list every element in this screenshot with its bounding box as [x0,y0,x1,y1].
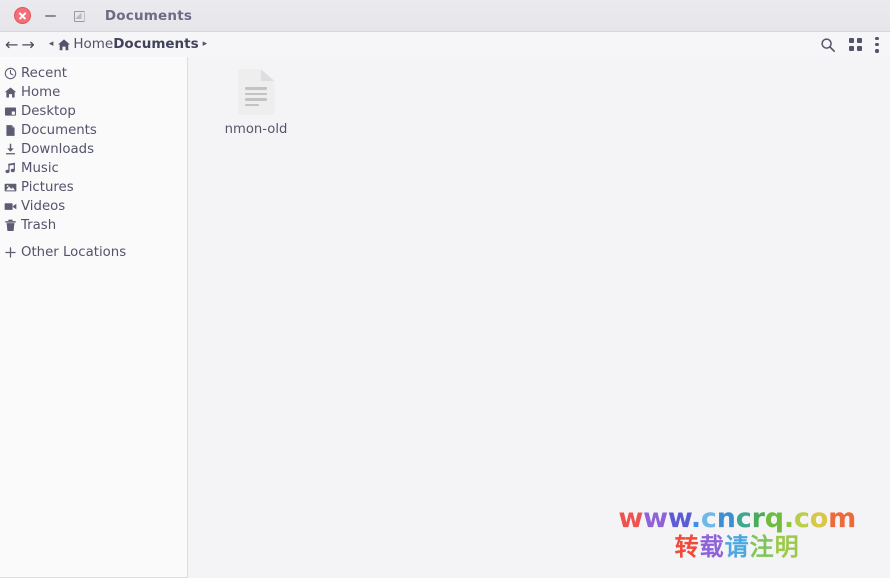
breadcrumb: ◂ Home Documents ▸ [45,37,212,52]
back-button[interactable]: ← [4,36,19,53]
minimize-icon [44,14,56,17]
watermark-glyph: c [793,503,810,535]
view-grid-icon[interactable] [849,38,862,51]
window-body: Recent Home Desktop Documents Downloads … [0,57,890,578]
trash-icon [3,218,18,233]
file-item-nmon-old[interactable]: nmon-old [210,67,302,137]
watermark-glyph: n [716,503,736,535]
watermark-glyph: c [735,503,752,535]
desktop-icon [3,104,18,119]
watermark-line-2: 转载请注明 [618,532,856,561]
window-title: Documents [0,8,890,24]
sidebar-item-downloads[interactable]: Downloads [0,140,187,159]
file-name-label: nmon-old [224,122,288,137]
search-icon[interactable] [820,37,836,53]
sidebar-item-desktop[interactable]: Desktop [0,102,187,121]
breadcrumb-scroll-left-icon[interactable]: ◂ [45,40,58,49]
watermark-glyph: o [809,503,829,535]
more-options-icon[interactable] [875,36,879,53]
sidebar-item-label: Documents [21,122,97,138]
close-icon [13,7,31,24]
sidebar-item-label: Pictures [21,179,74,195]
watermark-glyph: . [783,503,794,535]
sidebar-item-trash[interactable]: Trash [0,216,187,235]
sidebar-item-label: Videos [21,198,66,214]
watermark-glyph: 请 [724,532,750,561]
toolbar-actions [820,36,881,53]
watermark-glyph: 注 [749,532,775,561]
video-camera-icon [3,199,18,214]
sidebar-item-label: Downloads [21,141,95,157]
home-icon [57,38,71,52]
sidebar-item-documents[interactable]: Documents [0,121,187,140]
forward-button[interactable]: → [20,36,35,53]
breadcrumb-item-home[interactable]: Home [73,37,113,52]
sidebar-item-label: Recent [21,65,67,81]
sidebar-item-label: Desktop [21,103,76,119]
watermark-glyph: w [667,503,691,535]
clock-icon [3,66,18,81]
close-button[interactable] [8,2,36,30]
sidebar-item-pictures[interactable]: Pictures [0,178,187,197]
breadcrumb-scroll-right-icon[interactable]: ▸ [199,40,212,49]
sidebar: Recent Home Desktop Documents Downloads … [0,57,188,578]
music-note-icon [3,161,18,176]
file-manager-window: Documents ← → ◂ Home Documents ▸ Recent … [0,0,890,578]
sidebar-item-videos[interactable]: Videos [0,197,187,216]
watermark-glyph: 载 [699,532,725,561]
watermark-glyph: w [618,503,644,535]
navigation-arrows: ← → [4,36,36,53]
sidebar-item-label: Trash [21,217,57,233]
sidebar-item-music[interactable]: Music [0,159,187,178]
sidebar-item-recent[interactable]: Recent [0,64,187,83]
sidebar-divider-space [0,235,187,243]
home-icon [3,85,18,100]
minimize-button[interactable] [36,2,64,30]
maximize-button[interactable] [64,2,92,30]
download-icon [3,142,18,157]
watermark-glyph: 明 [774,532,800,561]
watermark-glyph: r [751,503,765,535]
plus-icon [3,245,18,260]
sidebar-item-label: Other Locations [21,244,127,260]
sidebar-item-label: Music [21,160,59,176]
watermark: www.cncrq.com 转载请注明 [618,505,856,560]
picture-icon [3,180,18,195]
watermark-glyph: 转 [674,532,700,561]
window-controls [0,2,92,30]
watermark-glyph: m [828,503,856,535]
text-document-icon [237,69,275,115]
sidebar-item-other-locations[interactable]: Other Locations [0,243,187,262]
window-title-text: Documents [104,7,193,24]
watermark-glyph: c [700,503,717,535]
file-list-area[interactable]: nmon-old www.cncrq.com 转载请注明 [188,57,890,578]
watermark-glyph: . [690,503,701,535]
watermark-glyph: w [643,503,668,535]
path-bar: ← → ◂ Home Documents ▸ [0,32,890,57]
title-bar: Documents [0,0,890,32]
document-icon [3,123,18,138]
breadcrumb-item-documents[interactable]: Documents [113,37,198,52]
watermark-glyph: q [764,503,784,535]
sidebar-item-label: Home [21,84,61,100]
maximize-icon [73,10,84,21]
sidebar-item-home[interactable]: Home [0,83,187,102]
watermark-line-1: www.cncrq.com [618,505,856,533]
